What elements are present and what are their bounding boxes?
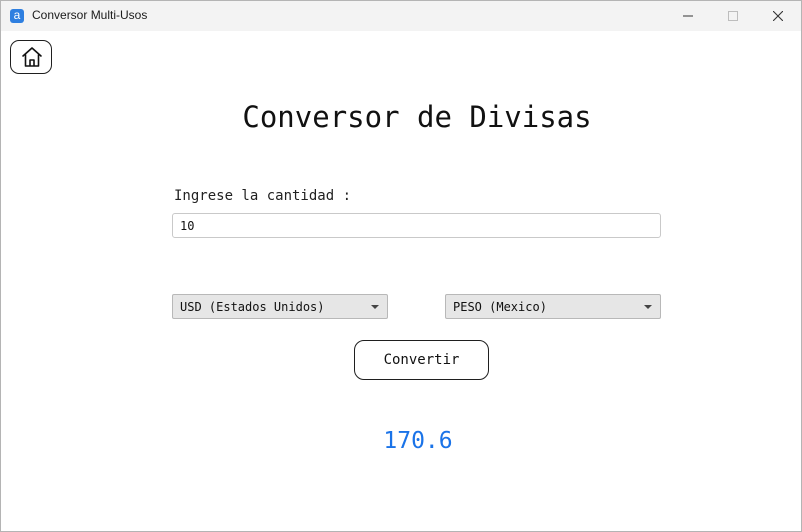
close-button[interactable]	[755, 1, 801, 31]
to-currency-value: PESO (Mexico)	[453, 300, 547, 314]
title-bar[interactable]: a Conversor Multi-Usos	[1, 1, 801, 31]
from-currency-select[interactable]: USD (Estados Unidos)	[172, 294, 388, 319]
app-icon: a	[10, 9, 24, 23]
home-icon	[22, 47, 42, 67]
minimize-button[interactable]	[665, 1, 711, 31]
window-title: Conversor Multi-Usos	[32, 8, 148, 22]
maximize-button[interactable]	[710, 1, 756, 31]
amount-label: Ingrese la cantidad :	[174, 188, 352, 204]
convert-button[interactable]: Convertir	[354, 340, 489, 380]
amount-input[interactable]	[172, 213, 661, 238]
close-icon	[773, 11, 783, 21]
page-title: Conversor de Divisas	[242, 100, 592, 134]
conversion-result: 170.6	[383, 428, 453, 454]
to-currency-select[interactable]: PESO (Mexico)	[445, 294, 661, 319]
minimize-icon	[683, 15, 693, 17]
maximize-icon	[728, 11, 738, 21]
from-currency-value: USD (Estados Unidos)	[180, 300, 325, 314]
chevron-down-icon	[644, 305, 652, 309]
app-window: a Conversor Multi-Usos Conversor de Divi…	[0, 0, 802, 532]
chevron-down-icon	[371, 305, 379, 309]
home-button[interactable]	[10, 40, 52, 74]
